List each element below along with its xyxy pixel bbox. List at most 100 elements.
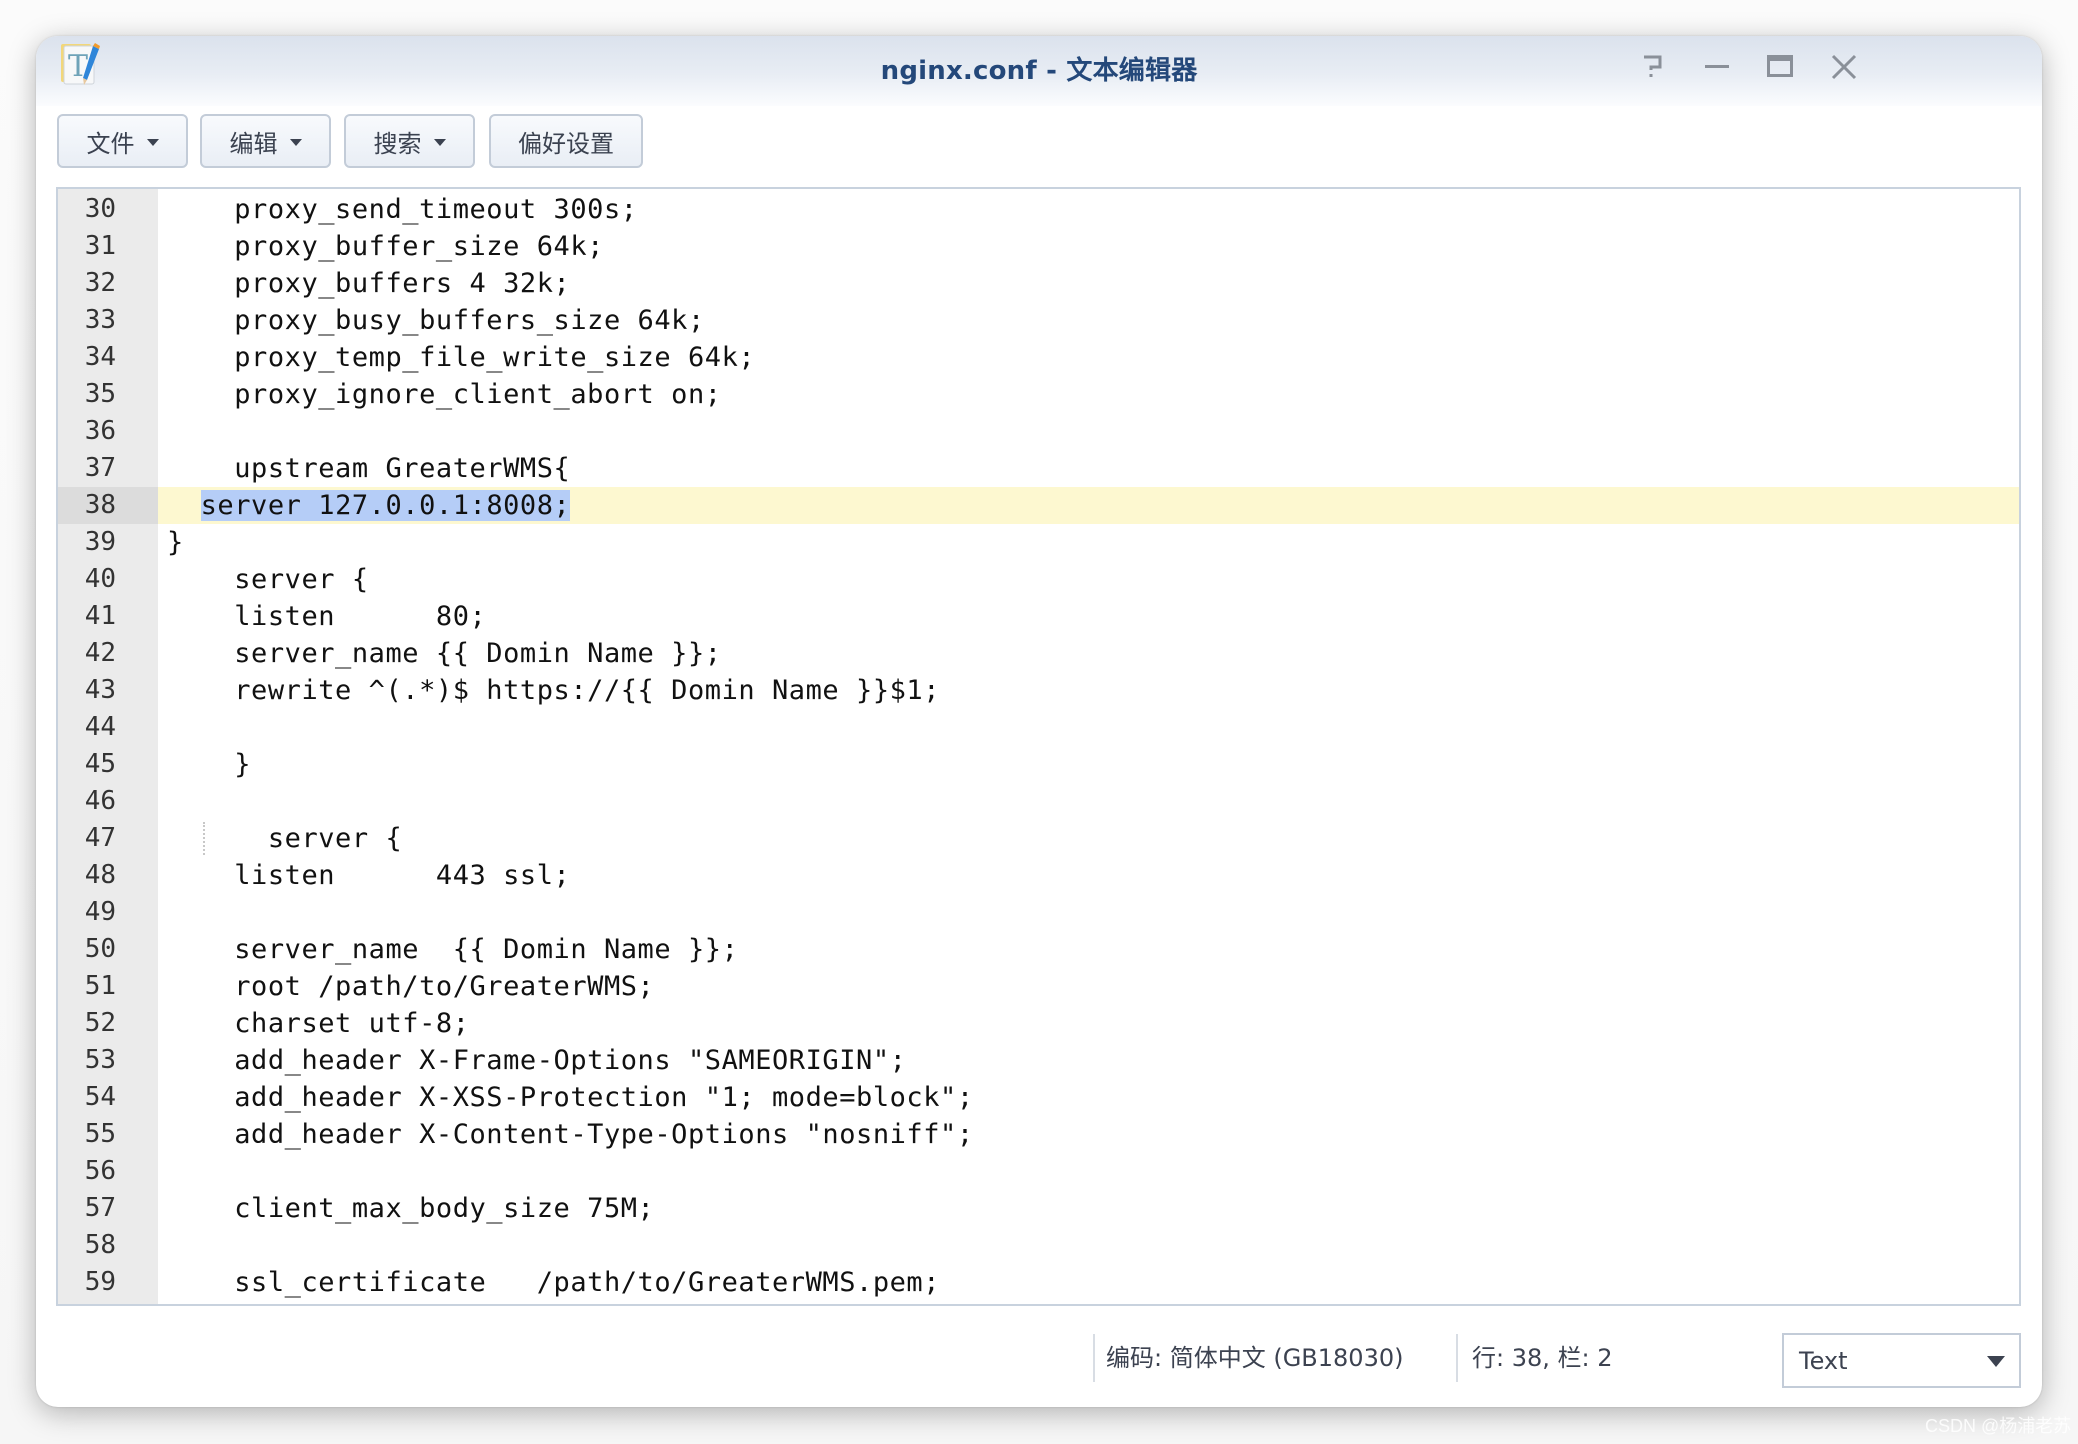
line-number: 57 <box>58 1190 158 1227</box>
code-line[interactable]: 36 <box>58 413 2019 450</box>
cursor-position-status: 行: 38, 栏: 2 <box>1472 1344 1613 1372</box>
status-bar: 编码: 简体中文 (GB18030) 行: 38, 栏: 2 Text <box>36 1326 2042 1390</box>
maximize-button[interactable] <box>1763 50 1797 84</box>
line-number: 46 <box>58 783 158 820</box>
search-menu-label: 搜索 <box>373 129 422 158</box>
code-line[interactable]: 57 client_max_body_size 75M; <box>58 1190 2019 1227</box>
code-text[interactable]: add_header X-Content-Type-Options "nosni… <box>167 1116 974 1153</box>
code-line[interactable]: 54 add_header X-XSS-Protection "1; mode=… <box>58 1079 2019 1116</box>
code-text[interactable]: server 127.0.0.1:8008; <box>167 487 571 524</box>
code-line[interactable]: 49 <box>58 894 2019 931</box>
line-number: 47 <box>58 820 158 857</box>
edit-menu-button[interactable]: 编辑 <box>200 114 331 168</box>
line-number: 41 <box>58 598 158 635</box>
dropdown-arrow-icon <box>1987 1356 2005 1367</box>
line-number: 44 <box>58 709 158 746</box>
code-text[interactable]: server_name {{ Domin Name }}; <box>167 931 738 968</box>
code-text[interactable]: add_header X-Frame-Options "SAMEORIGIN"; <box>167 1042 906 1079</box>
code-line[interactable]: 58 <box>58 1227 2019 1264</box>
code-text[interactable]: proxy_busy_buffers_size 64k; <box>167 302 705 339</box>
code-text[interactable]: server { <box>167 561 369 598</box>
help-button[interactable] <box>1636 50 1670 84</box>
minimize-button[interactable] <box>1700 50 1734 84</box>
code-text[interactable]: server_name {{ Domin Name }}; <box>167 635 722 672</box>
line-number: 58 <box>58 1227 158 1264</box>
code-line[interactable]: 59 ssl_certificate /path/to/GreaterWMS.p… <box>58 1264 2019 1301</box>
code-text[interactable]: upstream GreaterWMS{ <box>167 450 570 487</box>
minimize-icon <box>1705 65 1729 68</box>
chevron-down-icon <box>433 139 446 146</box>
line-number: 37 <box>58 450 158 487</box>
code-text[interactable]: client_max_body_size 75M; <box>167 1190 654 1227</box>
code-line[interactable]: 30 proxy_send_timeout 300s; <box>58 191 2019 228</box>
line-number: 53 <box>58 1042 158 1079</box>
code-line[interactable]: 35 proxy_ignore_client_abort on; <box>58 376 2019 413</box>
preferences-button[interactable]: 偏好设置 <box>489 114 643 168</box>
code-editor[interactable]: 30 proxy_send_timeout 300s; 31 proxy_buff… <box>56 187 2021 1306</box>
code-line[interactable]: 31 proxy_buffer_size 64k; <box>58 228 2019 265</box>
encoding-status[interactable]: 编码: 简体中文 (GB18030) <box>1106 1338 1403 1378</box>
code-text[interactable]: charset utf-8; <box>167 1005 470 1042</box>
code-line[interactable]: 56 <box>58 1153 2019 1190</box>
line-number: 39 <box>58 524 158 561</box>
line-number: 55 <box>58 1116 158 1153</box>
code-line[interactable]: 42 server_name {{ Domin Name }}; <box>58 635 2019 672</box>
status-divider <box>1456 1334 1458 1382</box>
code-line[interactable]: 40 server { <box>58 561 2019 598</box>
code-text[interactable]: proxy_buffer_size 64k; <box>167 228 604 265</box>
code-line[interactable]: 52 charset utf-8; <box>58 1005 2019 1042</box>
code-text[interactable]: listen 443 ssl; <box>167 857 570 894</box>
line-number: 32 <box>58 265 158 302</box>
code-line[interactable]: 39} <box>58 524 2019 561</box>
code-line[interactable]: 46 <box>58 783 2019 820</box>
code-text[interactable]: proxy_ignore_client_abort on; <box>167 376 722 413</box>
code-text[interactable]: } <box>167 746 251 783</box>
line-number: 54 <box>58 1079 158 1116</box>
code-line[interactable]: 33 proxy_busy_buffers_size 64k; <box>58 302 2019 339</box>
code-text[interactable]: proxy_buffers 4 32k; <box>167 265 570 302</box>
title-bar[interactable]: T nginx.conf - 文本编辑器 <box>36 36 2042 106</box>
code-line[interactable]: 41 listen 80; <box>58 598 2019 635</box>
code-text[interactable]: server { <box>167 820 402 857</box>
code-text[interactable]: ssl_certificate /path/to/GreaterWMS.pem; <box>167 1264 940 1301</box>
code-line[interactable]: 37 upstream GreaterWMS{ <box>58 450 2019 487</box>
code-text[interactable]: add_header X-XSS-Protection "1; mode=blo… <box>167 1079 974 1116</box>
code-line[interactable]: 44 <box>58 709 2019 746</box>
preferences-label: 偏好设置 <box>518 129 614 158</box>
line-number: 49 <box>58 894 158 931</box>
code-line[interactable]: 32 proxy_buffers 4 32k; <box>58 265 2019 302</box>
line-number: 30 <box>58 191 158 228</box>
code-text[interactable]: root /path/to/GreaterWMS; <box>167 968 654 1005</box>
line-number: 33 <box>58 302 158 339</box>
text-editor-window: T nginx.conf - 文本编辑器 文件 编辑 搜索 偏好设置 30 pr… <box>36 36 2042 1407</box>
code-text[interactable]: listen 80; <box>167 598 486 635</box>
code-text[interactable]: rewrite ^(.*)$ https://{{ Domin Name }}$… <box>167 672 940 709</box>
selected-text[interactable]: server 127.0.0.1:8008; <box>200 490 571 521</box>
language-mode-value: Text <box>1799 1347 1848 1375</box>
close-icon <box>1831 54 1857 80</box>
line-number: 48 <box>58 857 158 894</box>
close-button[interactable] <box>1827 50 1861 84</box>
language-mode-select[interactable]: Text <box>1782 1333 2021 1388</box>
code-line[interactable]: 50 server_name {{ Domin Name }}; <box>58 931 2019 968</box>
maximize-icon <box>1767 55 1793 77</box>
code-line[interactable]: 48 listen 443 ssl; <box>58 857 2019 894</box>
search-menu-button[interactable]: 搜索 <box>344 114 475 168</box>
line-number: 42 <box>58 635 158 672</box>
code-line[interactable]: 47 server { <box>58 820 2019 857</box>
code-line[interactable]: 60 ssl_certificate_key /path/to/GreaterW… <box>58 1301 2019 1304</box>
code-line[interactable]: 38 server 127.0.0.1:8008; <box>58 487 2019 524</box>
code-text[interactable]: ssl_certificate_key /path/to/GreaterWMS.… <box>167 1301 990 1304</box>
question-icon <box>1644 55 1662 77</box>
code-text[interactable]: proxy_temp_file_write_size 64k; <box>167 339 755 376</box>
code-text[interactable]: } <box>167 524 184 561</box>
code-text[interactable]: proxy_send_timeout 300s; <box>167 191 638 228</box>
code-line[interactable]: 53 add_header X-Frame-Options "SAMEORIGI… <box>58 1042 2019 1079</box>
code-line[interactable]: 55 add_header X-Content-Type-Options "no… <box>58 1116 2019 1153</box>
code-line[interactable]: 45 } <box>58 746 2019 783</box>
code-line[interactable]: 34 proxy_temp_file_write_size 64k; <box>58 339 2019 376</box>
code-line[interactable]: 43 rewrite ^(.*)$ https://{{ Domin Name … <box>58 672 2019 709</box>
code-line[interactable]: 51 root /path/to/GreaterWMS; <box>58 968 2019 1005</box>
file-menu-button[interactable]: 文件 <box>57 114 188 168</box>
